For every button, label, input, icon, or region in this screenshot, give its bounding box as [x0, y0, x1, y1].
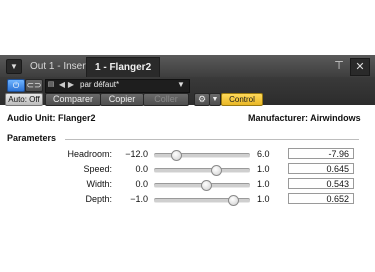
- param-max-label: 1.0: [257, 164, 270, 174]
- manufacturer-label: Manufacturer: Airwindows: [248, 113, 361, 123]
- param-slider-track[interactable]: [154, 168, 250, 173]
- param-slider-knob[interactable]: [201, 180, 213, 191]
- param-min-label: 0.0: [135, 164, 148, 174]
- close-icon[interactable]: ✕: [350, 58, 370, 76]
- param-label: Headroom:: [67, 149, 112, 159]
- copy-button[interactable]: Copier: [100, 93, 144, 106]
- tab-menu-icon[interactable]: ▼: [6, 59, 22, 74]
- control-button[interactable]: Control: [221, 93, 263, 106]
- gear-menu-chevron-icon[interactable]: ▼: [209, 93, 221, 106]
- param-min-label: −12.0: [125, 149, 148, 159]
- preset-prev-icon[interactable]: ◀: [58, 80, 66, 90]
- param-label: Depth:: [85, 194, 112, 204]
- link-icon[interactable]: ⊂⊃: [25, 79, 43, 92]
- preset-next-icon[interactable]: ▶: [67, 80, 75, 90]
- param-value-field[interactable]: 0.645: [288, 163, 354, 174]
- param-slider-knob[interactable]: [170, 150, 182, 161]
- pin-icon[interactable]: ⊤: [332, 60, 346, 73]
- param-min-label: −1.0: [130, 194, 148, 204]
- preset-list-icon[interactable]: ▤: [46, 80, 56, 90]
- param-slider-knob[interactable]: [228, 195, 240, 206]
- automation-button[interactable]: Auto: Off: [5, 93, 43, 106]
- audio-unit-label: Audio Unit: Flanger2: [7, 113, 96, 123]
- param-max-label: 1.0: [257, 194, 270, 204]
- param-slider-track[interactable]: [154, 153, 250, 158]
- parameters-heading: Parameters: [7, 133, 57, 143]
- param-value-field[interactable]: -7.96: [288, 148, 354, 159]
- param-min-label: 0.0: [135, 179, 148, 189]
- param-label: Speed:: [83, 164, 112, 174]
- chevron-down-icon[interactable]: ▼: [176, 80, 186, 90]
- paste-button[interactable]: Coller: [143, 93, 189, 106]
- param-value-field[interactable]: 0.543: [288, 178, 354, 189]
- param-value-field[interactable]: 0.652: [288, 193, 354, 204]
- compare-button[interactable]: Comparer: [45, 93, 101, 106]
- param-max-label: 1.0: [257, 179, 270, 189]
- gear-icon[interactable]: ⚙: [194, 93, 210, 106]
- preset-name: par défaut*: [80, 80, 120, 89]
- tab-flanger2[interactable]: 1 - Flanger2: [86, 57, 161, 77]
- param-slider-knob[interactable]: [210, 165, 222, 176]
- param-label: Width:: [86, 179, 112, 189]
- parameters-divider: [65, 139, 359, 140]
- power-icon[interactable]: ⏻: [7, 79, 25, 92]
- param-max-label: 6.0: [257, 149, 270, 159]
